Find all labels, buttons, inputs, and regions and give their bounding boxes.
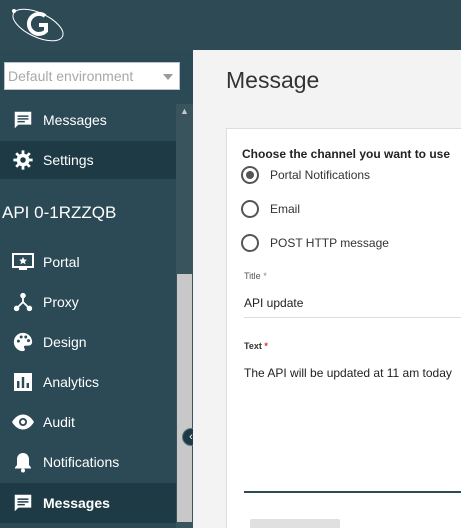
proxy-icon bbox=[11, 290, 35, 314]
sidebar-item-settings[interactable]: Settings bbox=[0, 141, 176, 179]
channel-label: Choose the channel you want to use bbox=[242, 147, 451, 161]
gear-icon bbox=[11, 148, 35, 172]
sidebar-item-messages[interactable]: Messages bbox=[0, 101, 176, 139]
text-field-label: Text * bbox=[244, 341, 268, 351]
title-input-underline bbox=[244, 317, 461, 318]
required-mark: * bbox=[264, 341, 268, 351]
sidebar-item-label: Audit bbox=[43, 414, 75, 430]
sidebar-item-label: Design bbox=[43, 334, 87, 350]
sidebar-item-label: Notifications bbox=[43, 454, 120, 470]
text-label-text: Text bbox=[244, 341, 262, 351]
sidebar-item-proxy[interactable]: Proxy bbox=[0, 283, 176, 321]
sidebar-item-label: Settings bbox=[43, 152, 94, 168]
channel-option-label: POST HTTP message bbox=[270, 236, 389, 250]
palette-icon bbox=[11, 330, 35, 354]
title-input[interactable]: API update bbox=[244, 296, 303, 310]
channel-option-label: Email bbox=[270, 202, 301, 216]
required-mark: * bbox=[263, 271, 267, 281]
sidebar-item-label: Portal bbox=[43, 254, 80, 270]
sidebar-item-label: Messages bbox=[43, 112, 107, 128]
sidebar-item-label: Proxy bbox=[43, 294, 79, 310]
message-icon bbox=[11, 108, 35, 132]
top-bar bbox=[0, 0, 461, 50]
sidebar: Default environment Messages Settings AP… bbox=[0, 50, 193, 528]
sidebar-item-audit[interactable]: Audit bbox=[0, 403, 176, 441]
api-title: API 0-1RZZQB bbox=[2, 203, 117, 222]
radio-unchecked-icon[interactable] bbox=[241, 200, 259, 218]
message-icon bbox=[11, 491, 35, 515]
eye-icon bbox=[11, 410, 35, 434]
channel-option-portal-notifications[interactable]: Portal Notifications bbox=[241, 166, 370, 184]
scroll-down-icon[interactable]: ▼ bbox=[179, 513, 190, 524]
sidebar-item-portal[interactable]: Portal bbox=[0, 243, 176, 281]
channel-option-post-http[interactable]: POST HTTP message bbox=[241, 234, 389, 252]
sidebar-item-label: Messages bbox=[43, 495, 110, 511]
analytics-icon bbox=[11, 370, 35, 394]
scroll-up-icon[interactable]: ▲ bbox=[179, 106, 190, 117]
title-field-label: Title * bbox=[244, 271, 267, 281]
scrollbar-thumb[interactable] bbox=[177, 274, 192, 522]
channel-option-label: Portal Notifications bbox=[270, 168, 371, 182]
bell-icon bbox=[11, 450, 35, 474]
sidebar-item-analytics[interactable]: Analytics bbox=[0, 363, 176, 401]
caret-down-icon bbox=[163, 74, 173, 80]
title-label-text: Title bbox=[244, 271, 261, 281]
channel-option-email[interactable]: Email bbox=[241, 200, 300, 218]
main-content: Message Choose the channel you want to u… bbox=[193, 50, 461, 528]
page-title: Message bbox=[226, 67, 320, 93]
radio-unchecked-icon[interactable] bbox=[241, 234, 259, 252]
text-textarea[interactable]: The API will be updated at 11 am today bbox=[244, 366, 452, 380]
environment-select[interactable]: Default environment bbox=[4, 62, 180, 90]
sidebar-item-design[interactable]: Design bbox=[0, 323, 176, 361]
text-textarea-underline bbox=[244, 491, 461, 493]
sidebar-scrollbar[interactable]: ▲ ▼ bbox=[176, 104, 193, 528]
sidebar-item-label: Analytics bbox=[43, 374, 100, 390]
send-button[interactable] bbox=[250, 519, 340, 528]
environment-select-value: Default environment bbox=[8, 68, 134, 84]
sidebar-item-messages-active[interactable]: Messages bbox=[0, 483, 176, 523]
message-form-card: Choose the channel you want to use Porta… bbox=[226, 128, 461, 528]
gravitee-logo-icon[interactable] bbox=[8, 4, 68, 44]
portal-icon bbox=[11, 250, 35, 274]
radio-checked-icon[interactable] bbox=[241, 166, 259, 184]
sidebar-item-notifications[interactable]: Notifications bbox=[0, 443, 176, 481]
